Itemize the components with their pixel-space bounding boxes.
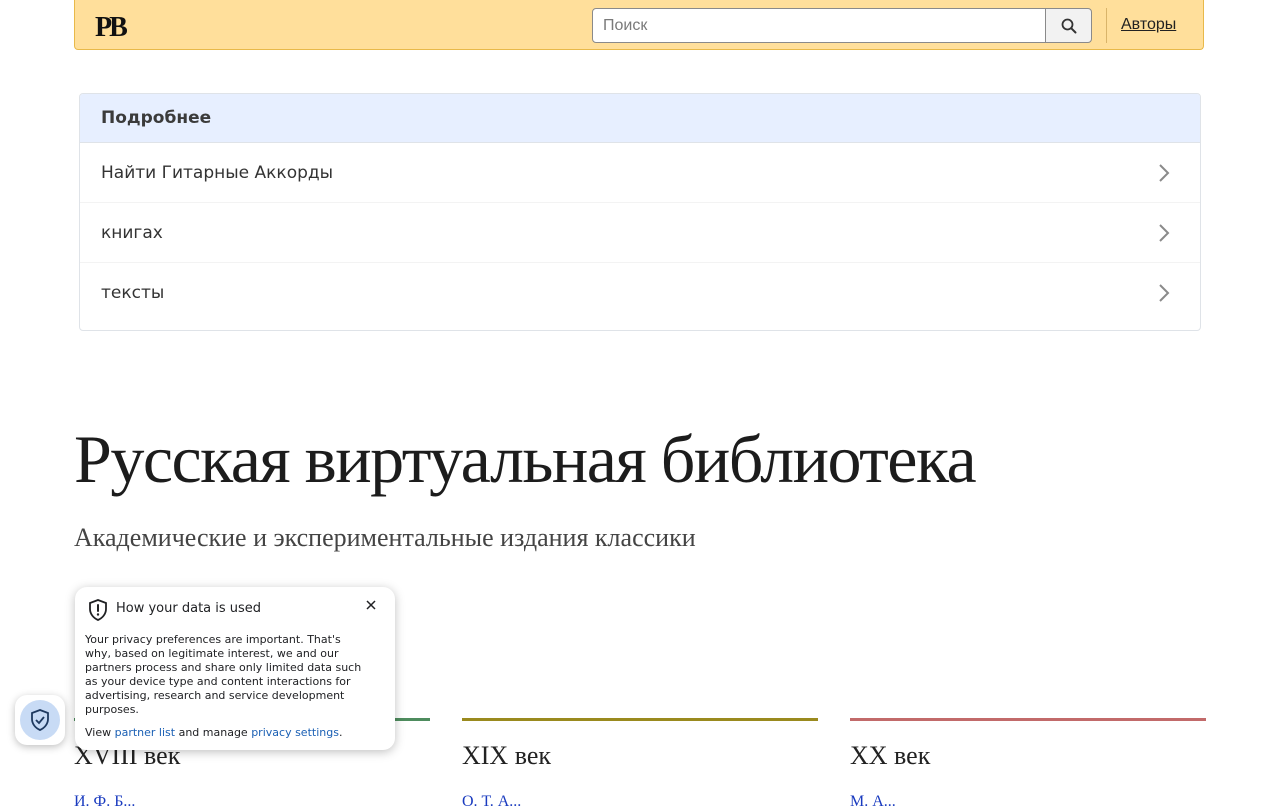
chevron-right-icon xyxy=(1159,223,1170,242)
century-column-19: XIX век О. Т. А... xyxy=(462,718,818,811)
search-button[interactable] xyxy=(1045,8,1092,43)
panel-item-texts[interactable]: тексты xyxy=(80,263,1200,323)
svg-text:РВ: РВ xyxy=(95,12,127,40)
footer-text: . xyxy=(338,726,343,739)
privacy-popup-footer: View partner list and manage privacy set… xyxy=(85,726,342,739)
chevron-right-icon xyxy=(1159,163,1170,182)
century-color-bar xyxy=(462,718,818,721)
footer-text: and manage xyxy=(175,726,252,739)
panel-item-label: тексты xyxy=(101,283,165,303)
shield-alert-icon xyxy=(88,599,108,625)
privacy-popup-body: Your privacy preferences are important. … xyxy=(85,633,362,716)
privacy-popup: How your data is used Your privacy prefe… xyxy=(75,587,395,750)
century-color-bar xyxy=(850,718,1206,721)
more-panel: Подробнее Найти Гитарные Аккорды книгах … xyxy=(79,93,1201,331)
privacy-popup-title: How your data is used xyxy=(116,601,262,616)
century-title[interactable]: XIX век xyxy=(462,741,818,771)
panel-item-books[interactable]: книгах xyxy=(80,203,1200,263)
partner-list-link[interactable]: partner list xyxy=(115,726,175,739)
page-title: Русская виртуальная библиотека xyxy=(74,421,977,497)
shield-check-icon xyxy=(31,709,49,731)
site-header: РВ Авторы xyxy=(74,0,1204,50)
panel-item-label: Найти Гитарные Аккорды xyxy=(101,162,334,183)
site-logo[interactable]: РВ xyxy=(95,12,133,43)
privacy-badge-circle xyxy=(20,700,60,740)
authors-link[interactable]: Авторы xyxy=(1121,16,1176,34)
header-divider xyxy=(1106,8,1107,43)
author-link[interactable]: О. Т. А... xyxy=(462,793,818,811)
author-link[interactable]: И. Ф. Б... xyxy=(74,793,430,811)
logo-mark: РВ xyxy=(95,12,130,43)
search-input[interactable] xyxy=(592,8,1046,43)
panel-item-label: книгах xyxy=(101,222,163,243)
century-column-20: XX век М. А... xyxy=(850,718,1206,811)
panel-heading: Подробнее xyxy=(80,94,1200,143)
close-icon[interactable] xyxy=(363,597,379,613)
panel-item-guitar-chords[interactable]: Найти Гитарные Аккорды xyxy=(80,143,1200,203)
footer-text: View xyxy=(85,726,115,739)
author-link[interactable]: М. А... xyxy=(850,793,1206,811)
privacy-badge-button[interactable] xyxy=(15,695,65,745)
search-icon xyxy=(1061,18,1076,33)
chevron-right-icon xyxy=(1159,284,1170,302)
privacy-settings-link[interactable]: privacy settings xyxy=(251,726,339,739)
page-subtitle: Академические и экспериментальные издани… xyxy=(74,523,696,552)
century-title[interactable]: XX век xyxy=(850,741,1206,771)
